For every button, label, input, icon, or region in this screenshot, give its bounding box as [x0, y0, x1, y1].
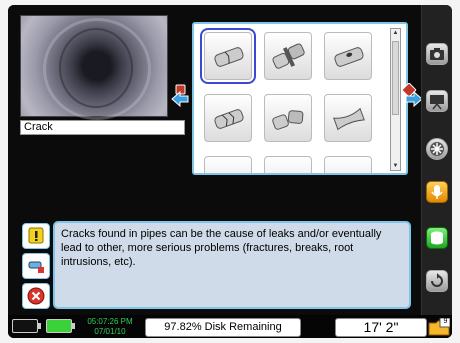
clock-date: 07/01/10 — [94, 327, 126, 336]
distance-counter: 17' 2" — [335, 318, 427, 337]
delete-button[interactable] — [22, 283, 50, 309]
previous-arrow-icon[interactable] — [168, 83, 194, 109]
battery-2-icon — [46, 319, 75, 333]
fracture-pipe-icon[interactable] — [204, 94, 252, 142]
camera-preview — [20, 15, 168, 120]
broken-pipe-icon[interactable] — [264, 94, 312, 142]
edit-observation-button[interactable] — [22, 253, 50, 279]
microphone-icon[interactable] — [426, 181, 448, 203]
main-area: Crack ▲ ▼ Cracks found in pipes can be t… — [8, 5, 428, 315]
folder-count: 9 — [443, 318, 448, 325]
scroll-up-icon[interactable]: ▲ — [392, 29, 399, 37]
clock: 05:07:26 PM 07/01/10 — [78, 317, 142, 337]
observation-description: Cracks found in pipes can be the cause o… — [53, 221, 411, 309]
right-toolbar — [421, 5, 452, 338]
disk-remaining: 97.82% Disk Remaining — [145, 318, 301, 337]
scrollbar-thumb[interactable] — [392, 41, 399, 115]
projector-icon[interactable] — [426, 90, 448, 112]
observation-caption: Crack — [20, 120, 185, 135]
scroll-down-icon[interactable]: ▼ — [392, 162, 399, 170]
pipe-partial-3-icon[interactable] — [324, 156, 372, 173]
close-icon — [27, 287, 45, 305]
pipe-partial-2-icon[interactable] — [264, 156, 312, 173]
app-screen: Crack ▲ ▼ Cracks found in pipes can be t… — [8, 5, 452, 338]
battery-1-icon — [12, 319, 41, 333]
gear-icon[interactable] — [426, 138, 448, 160]
status-bar: 05:07:26 PM 07/01/10 97.82% Disk Remaini… — [8, 315, 452, 338]
crack-pipe-icon[interactable] — [200, 28, 256, 84]
hole-pipe-icon[interactable] — [324, 32, 372, 80]
observation-icon-grid: ▲ ▼ — [192, 22, 408, 175]
pipe-edit-icon — [28, 261, 44, 273]
joint-offset-icon[interactable] — [264, 32, 312, 80]
pipe-partial-1-icon[interactable] — [204, 156, 252, 173]
folder-icon[interactable]: 9 — [428, 317, 451, 336]
storage-icon[interactable] — [426, 227, 448, 249]
camera-icon[interactable] — [426, 43, 448, 65]
rotate-icon[interactable] — [426, 270, 448, 292]
warning-button[interactable] — [22, 223, 50, 249]
deformed-pipe-icon[interactable] — [324, 94, 372, 142]
warning-icon — [28, 227, 44, 244]
clock-time: 05:07:26 PM — [87, 317, 133, 326]
description-actions — [22, 223, 52, 311]
